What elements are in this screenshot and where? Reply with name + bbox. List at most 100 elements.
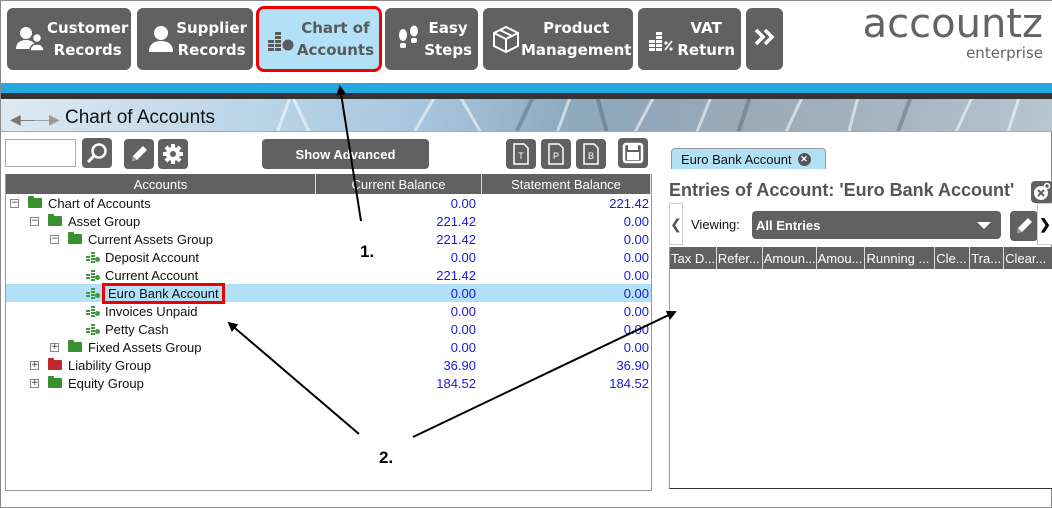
- nav-product-management[interactable]: Product Management: [483, 8, 633, 70]
- account-search-input[interactable]: [5, 139, 76, 167]
- tree-row[interactable]: + Equity Group 184.52 184.52: [6, 374, 651, 392]
- tree-row-label: Asset Group: [68, 213, 141, 229]
- column-header-running[interactable]: Running ...: [865, 247, 936, 269]
- search-icon: [86, 143, 107, 164]
- report-p-button[interactable]: P: [541, 139, 571, 169]
- settings-button[interactable]: [158, 139, 188, 169]
- nav-customer-records[interactable]: Customer Records: [7, 8, 131, 70]
- tree-row[interactable]: − Chart of Accounts 0.00 221.42: [6, 194, 651, 212]
- scroll-left-button[interactable]: ❮: [669, 203, 683, 245]
- close-icon: [1034, 182, 1051, 200]
- save-button[interactable]: [618, 138, 648, 168]
- account-icon: [86, 251, 100, 263]
- close-entries-button[interactable]: [1031, 181, 1052, 203]
- folder-icon: [28, 196, 42, 208]
- close-tab-icon[interactable]: ✕: [797, 152, 811, 166]
- viewing-select[interactable]: All Entries: [752, 211, 1001, 239]
- tree-row[interactable]: Deposit Account 0.00 0.00: [6, 248, 651, 266]
- tree-row[interactable]: + Liability Group 36.90 36.90: [6, 356, 651, 374]
- collapse-icon[interactable]: −: [30, 216, 39, 226]
- current-balance-cell: 221.42: [436, 267, 476, 283]
- logo-text: accountz: [862, 1, 1043, 47]
- entries-title: Entries of Account: 'Euro Bank Account': [669, 180, 1015, 200]
- nav-easy-steps[interactable]: Easy Steps: [385, 8, 478, 70]
- viewing-bar: ❮ Viewing: All Entries ❯: [669, 203, 1052, 247]
- folder-icon: [68, 340, 82, 352]
- tree-row[interactable]: − Asset Group 221.42 0.00: [6, 212, 651, 230]
- account-icon: [86, 287, 100, 299]
- statement-balance-cell: 184.52: [609, 375, 649, 391]
- column-header-amount-2[interactable]: Amou...: [817, 247, 866, 269]
- current-balance-cell: 0.00: [450, 285, 476, 301]
- scroll-right-button[interactable]: ❯: [1037, 203, 1052, 245]
- edit-view-button[interactable]: [1010, 211, 1038, 241]
- tree-row-label: Fixed Assets Group: [88, 339, 202, 355]
- column-header-current-balance[interactable]: Current Balance: [316, 174, 482, 194]
- edit-button[interactable]: [124, 139, 154, 169]
- folder-icon: [68, 232, 82, 244]
- top-navigation: Customer Records Supplier Records Chart of…: [1, 1, 1052, 83]
- column-header-reference[interactable]: Refer...: [717, 247, 763, 269]
- vat-return-icon: [646, 22, 677, 56]
- forward-arrow-icon[interactable]: —▶: [35, 111, 60, 128]
- footsteps-icon: [393, 22, 424, 56]
- statement-balance-cell: 221.42: [609, 195, 649, 211]
- chart-of-accounts-icon: [266, 22, 297, 56]
- annotation-label-1: 1.: [360, 242, 375, 261]
- svg-text:P: P: [553, 151, 559, 161]
- expand-icon[interactable]: +: [30, 378, 39, 388]
- customer-records-icon: [15, 22, 47, 56]
- tree-row[interactable]: Current Account 221.42 0.00: [6, 266, 651, 284]
- tree-row-label: Chart of Accounts: [48, 195, 151, 211]
- document-p-icon: P: [548, 143, 564, 165]
- account-icon: [86, 269, 100, 281]
- chevron-down-icon: [977, 222, 991, 229]
- folder-icon: [48, 376, 62, 388]
- tree-row[interactable]: − Current Assets Group 221.42 0.00: [6, 230, 651, 248]
- report-t-button[interactable]: T: [506, 139, 536, 169]
- search-button[interactable]: [82, 138, 112, 168]
- tree-header: Accounts Current Balance Statement Balan…: [6, 174, 651, 194]
- account-icon: [86, 305, 100, 317]
- tree-row[interactable]: Petty Cash 0.00 0.00: [6, 320, 651, 338]
- column-header-cleared[interactable]: Cle...: [935, 247, 971, 269]
- collapse-icon[interactable]: −: [50, 234, 59, 244]
- tree-row[interactable]: Euro Bank Account 0.00 0.00: [6, 282, 651, 304]
- expand-icon[interactable]: +: [30, 360, 39, 370]
- tree-row[interactable]: Invoices Unpaid 0.00 0.00: [6, 302, 651, 320]
- current-balance-cell: 221.42: [436, 213, 476, 229]
- tree-row[interactable]: + Fixed Assets Group 0.00 0.00: [6, 338, 651, 356]
- nav-vat-return[interactable]: VAT Return: [638, 8, 741, 70]
- column-header-statement-balance[interactable]: Statement Balance: [482, 174, 651, 194]
- column-header-amount-1[interactable]: Amoun...: [763, 247, 817, 269]
- nav-more-button[interactable]: [746, 8, 783, 70]
- annotation-label-2: 2.: [379, 448, 394, 467]
- chevron-right-icon: ❯: [1039, 215, 1051, 232]
- back-arrow-icon[interactable]: ◀—: [10, 111, 35, 128]
- tab-euro-bank-account[interactable]: Euro Bank Account ✕: [671, 148, 826, 169]
- column-header-clear[interactable]: Clear...: [1004, 247, 1052, 269]
- show-advanced-button[interactable]: Show Advanced: [262, 139, 429, 169]
- collapse-icon[interactable]: −: [10, 198, 19, 208]
- current-balance-cell: 0.00: [450, 339, 476, 355]
- statement-balance-cell: 0.00: [623, 339, 649, 355]
- document-t-icon: T: [513, 143, 529, 165]
- column-header-accounts[interactable]: Accounts: [6, 174, 316, 194]
- current-balance-cell: 221.42: [436, 231, 476, 247]
- svg-text:T: T: [518, 151, 524, 161]
- double-chevron-right-icon: [753, 27, 777, 51]
- expand-icon[interactable]: +: [50, 342, 59, 352]
- page-title: Chart of Accounts: [65, 107, 215, 128]
- tree-row-label: Current Assets Group: [88, 231, 213, 247]
- column-header-transaction[interactable]: Tra...: [970, 247, 1005, 269]
- svg-text:B: B: [588, 151, 594, 161]
- column-header-tax-date[interactable]: Tax D...: [670, 247, 717, 269]
- nav-chart-of-accounts[interactable]: Chart of Accounts: [256, 6, 382, 72]
- statement-balance-cell: 0.00: [623, 267, 649, 283]
- nav-supplier-records[interactable]: Supplier Records: [137, 8, 253, 70]
- tree-row-label: Petty Cash: [105, 321, 169, 337]
- tree-row-label: Invoices Unpaid: [105, 303, 198, 319]
- report-b-button[interactable]: B: [576, 139, 606, 169]
- chevron-left-icon: ❮: [670, 215, 682, 232]
- current-balance-cell: 0.00: [450, 303, 476, 319]
